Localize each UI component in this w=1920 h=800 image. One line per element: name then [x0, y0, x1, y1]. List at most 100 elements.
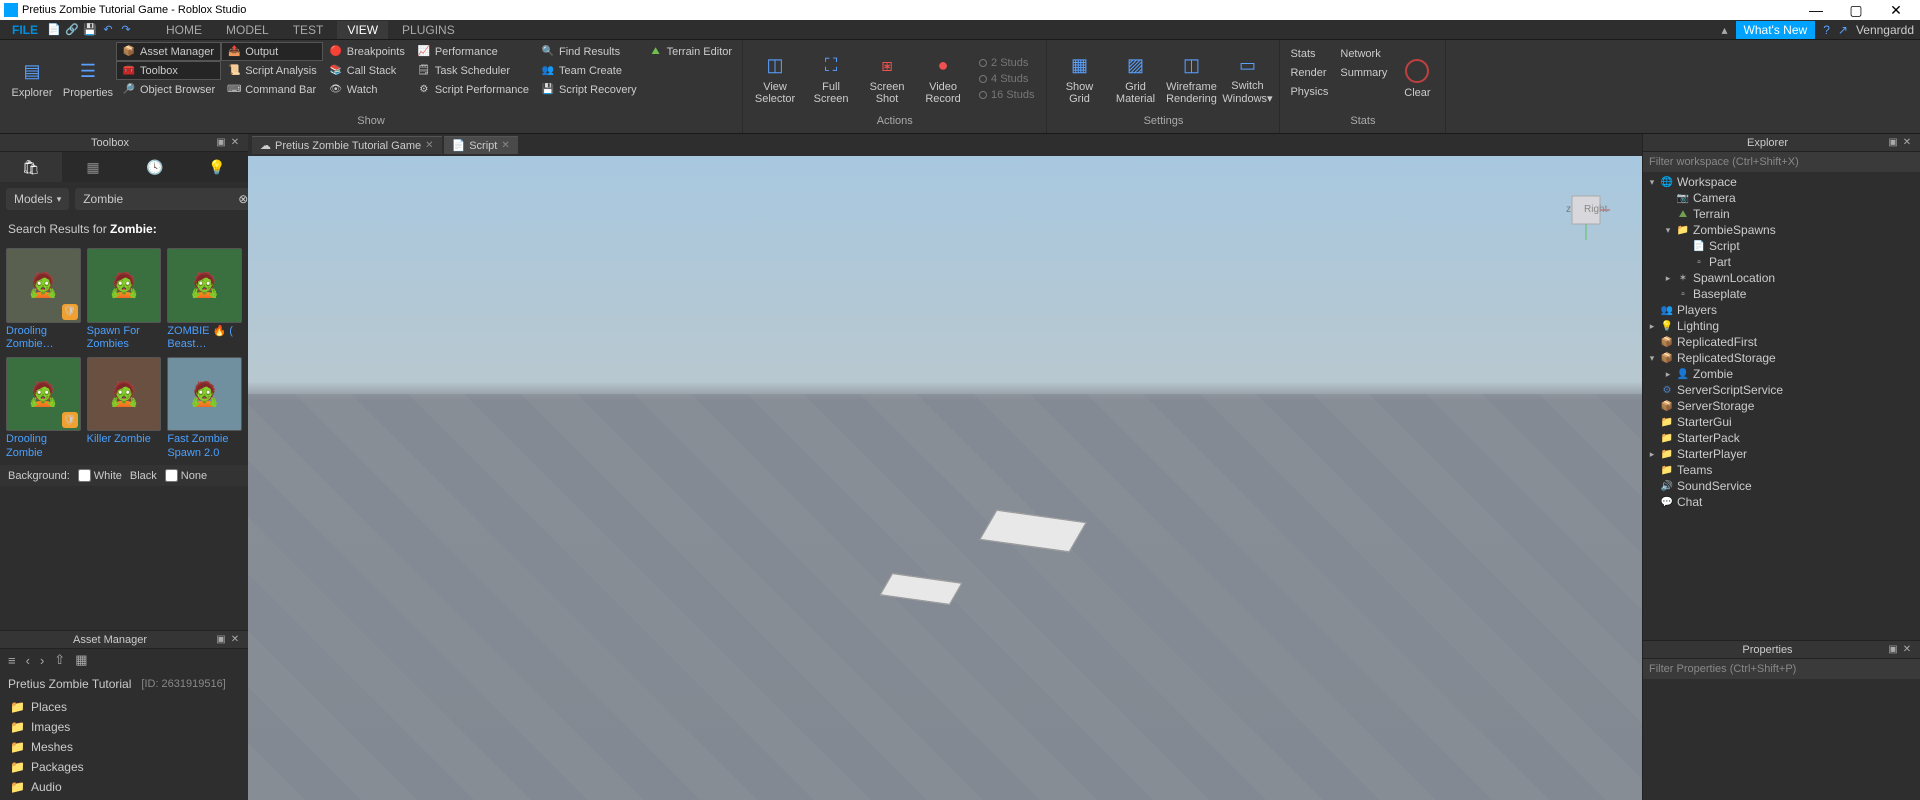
tree-node[interactable]: ⛰Terrain [1643, 206, 1920, 222]
properties-button[interactable]: ☰Properties [60, 42, 116, 115]
terrain-editor-button[interactable]: ⛰Terrain Editor [643, 42, 738, 61]
stats-button[interactable]: Stats [1284, 44, 1334, 63]
tree-node[interactable]: ⚙ServerScriptService [1643, 382, 1920, 398]
toolbox-item[interactable]: 🧟Killer Zombie [87, 357, 162, 460]
help-icon[interactable]: ? [1823, 23, 1830, 37]
tab-test[interactable]: TEST [283, 21, 334, 39]
toolbox-tab-marketplace[interactable]: 🛍 [0, 152, 62, 182]
studs-2[interactable]: 2 Studs [979, 57, 1034, 69]
ribbon-watch-button[interactable]: 👁Watch [323, 80, 411, 99]
tree-node[interactable]: ▾🌐Workspace [1643, 174, 1920, 190]
am-grid-icon[interactable]: ▦ [75, 652, 87, 668]
full-screen-button[interactable]: ⛶Full Screen [803, 42, 859, 115]
explorer-close-icon[interactable]: ✕ [1900, 137, 1914, 148]
assetmgr-pin-icon[interactable]: ▣ [214, 634, 228, 645]
tree-node[interactable]: 📦ServerStorage [1643, 398, 1920, 414]
tree-node[interactable]: 📦ReplicatedFirst [1643, 334, 1920, 350]
tree-node[interactable]: 💬Chat [1643, 494, 1920, 510]
properties-filter-input[interactable]: Filter Properties (Ctrl+Shift+P) [1643, 659, 1920, 679]
properties-pin-icon[interactable]: ▣ [1886, 644, 1900, 655]
ribbon-command-bar-button[interactable]: ⌨Command Bar [221, 80, 323, 99]
grid-material-button[interactable]: ▨Grid Material [1107, 42, 1163, 115]
redo-icon[interactable]: ↷ [118, 22, 134, 38]
collapse-ribbon-icon[interactable]: ▴ [1722, 23, 1728, 37]
assetmgr-folder[interactable]: 📁Packages [0, 757, 248, 777]
bg-none-checkbox[interactable]: None [165, 469, 207, 482]
ribbon-team-create-button[interactable]: 👥Team Create [535, 61, 643, 80]
assetmgr-folder[interactable]: 📁Audio [0, 777, 248, 797]
tree-node[interactable]: ▸👤Zombie [1643, 366, 1920, 382]
wireframe-button[interactable]: ◫Wireframe Rendering [1163, 42, 1219, 115]
properties-close-icon[interactable]: ✕ [1900, 644, 1914, 655]
tree-node[interactable]: 📁StarterPack [1643, 430, 1920, 446]
show-grid-button[interactable]: ▦Show Grid [1051, 42, 1107, 115]
toolbox-tab-inventory[interactable]: ▦ [62, 152, 124, 182]
toolbox-item[interactable]: 🧟Fast Zombie Spawn 2.0 [167, 357, 242, 460]
toolbox-item[interactable]: 🧟Spawn For Zombies [87, 248, 162, 351]
maximize-button[interactable]: ▢ [1836, 2, 1876, 19]
new-icon[interactable]: 📄 [46, 22, 62, 38]
explorer-button[interactable]: ▤Explorer [4, 42, 60, 115]
ribbon-script-analysis-button[interactable]: 📜Script Analysis [221, 61, 323, 80]
tree-node[interactable]: 👥Players [1643, 302, 1920, 318]
switch-windows-button[interactable]: ▭Switch Windows▾ [1219, 42, 1275, 115]
am-menu-icon[interactable]: ≡ [8, 653, 16, 668]
ribbon-object-browser-button[interactable]: 🔎Object Browser [116, 80, 221, 99]
toolbox-search-input[interactable]: ⊗ 🔍 [75, 188, 248, 210]
am-upload-icon[interactable]: ⇧ [54, 652, 65, 668]
viewport-3d[interactable]: z Right [248, 156, 1642, 800]
share-icon[interactable]: ↗ [1838, 23, 1848, 37]
tree-node[interactable]: 🔊SoundService [1643, 478, 1920, 494]
doc-tab[interactable]: 📄Script✕ [444, 136, 518, 154]
toolbox-category-dropdown[interactable]: Models▾ [6, 188, 69, 210]
bg-white-checkbox[interactable]: White [78, 469, 122, 482]
ribbon-performance-button[interactable]: 📈Performance [411, 42, 535, 61]
tab-close-icon[interactable]: ✕ [425, 140, 433, 151]
am-back-icon[interactable]: ‹ [26, 653, 30, 668]
toolbox-pin-icon[interactable]: ▣ [214, 137, 228, 148]
tree-node[interactable]: 📷Camera [1643, 190, 1920, 206]
toolbox-tab-recent[interactable]: 🕓 [124, 152, 186, 182]
view-selector-button[interactable]: ◫View Selector [747, 42, 803, 115]
toolbox-item[interactable]: 🧟ZOMBIE 🔥 ( Beast… [167, 248, 242, 351]
axis-gizmo[interactable]: z Right [1552, 186, 1612, 246]
tab-view[interactable]: VIEW [337, 21, 388, 39]
video-record-button[interactable]: ●Video Record [915, 42, 971, 115]
ribbon-script-recovery-button[interactable]: 💾Script Recovery [535, 80, 643, 99]
whats-new-button[interactable]: What's New [1736, 21, 1816, 39]
tab-home[interactable]: HOME [156, 21, 212, 39]
studs-4[interactable]: 4 Studs [979, 73, 1034, 85]
file-menu[interactable]: FILE [6, 23, 44, 37]
assetmgr-close-icon[interactable]: ✕ [228, 634, 242, 645]
tree-node[interactable]: ▸💡Lighting [1643, 318, 1920, 334]
summary-stats-button[interactable]: Summary [1334, 63, 1393, 82]
screen-shot-button[interactable]: ⧆Screen Shot [859, 42, 915, 115]
ribbon-asset-manager-button[interactable]: 📦Asset Manager [116, 42, 221, 61]
ribbon-call-stack-button[interactable]: 📚Call Stack [323, 61, 411, 80]
studs-16[interactable]: 16 Studs [979, 89, 1034, 101]
tree-node[interactable]: ▾📦ReplicatedStorage [1643, 350, 1920, 366]
tree-node[interactable]: ▸📁StarterPlayer [1643, 446, 1920, 462]
network-stats-button[interactable]: Network [1334, 44, 1393, 63]
ribbon-task-scheduler-button[interactable]: 🗒Task Scheduler [411, 61, 535, 80]
ribbon-script-performance-button[interactable]: ⚙Script Performance [411, 80, 535, 99]
toolbox-item[interactable]: 🧟🛡Drooling Zombie [6, 357, 81, 460]
bg-black-checkbox[interactable]: Black [130, 470, 157, 482]
assetmgr-folder[interactable]: 📁Images [0, 717, 248, 737]
explorer-pin-icon[interactable]: ▣ [1886, 137, 1900, 148]
ribbon-output-button[interactable]: 📤Output [221, 42, 323, 61]
tree-node[interactable]: ▫Baseplate [1643, 286, 1920, 302]
physics-stats-button[interactable]: Physics [1284, 82, 1334, 101]
minimize-button[interactable]: — [1796, 2, 1836, 18]
tab-close-icon[interactable]: ✕ [501, 140, 509, 151]
clear-search-icon[interactable]: ⊗ [238, 192, 248, 206]
tab-plugins[interactable]: PLUGINS [392, 21, 465, 39]
toolbox-item[interactable]: 🧟🛡Drooling Zombie… [6, 248, 81, 351]
assetmgr-folder[interactable]: 📁Meshes [0, 737, 248, 757]
explorer-filter-input[interactable]: Filter workspace (Ctrl+Shift+X) [1643, 152, 1920, 172]
ribbon-find-results-button[interactable]: 🔍Find Results [535, 42, 643, 61]
toolbox-tab-creations[interactable]: 💡 [186, 152, 248, 182]
undo-icon[interactable]: ↶ [100, 22, 116, 38]
close-button[interactable]: ✕ [1876, 2, 1916, 19]
save-icon[interactable]: 💾 [82, 22, 98, 38]
